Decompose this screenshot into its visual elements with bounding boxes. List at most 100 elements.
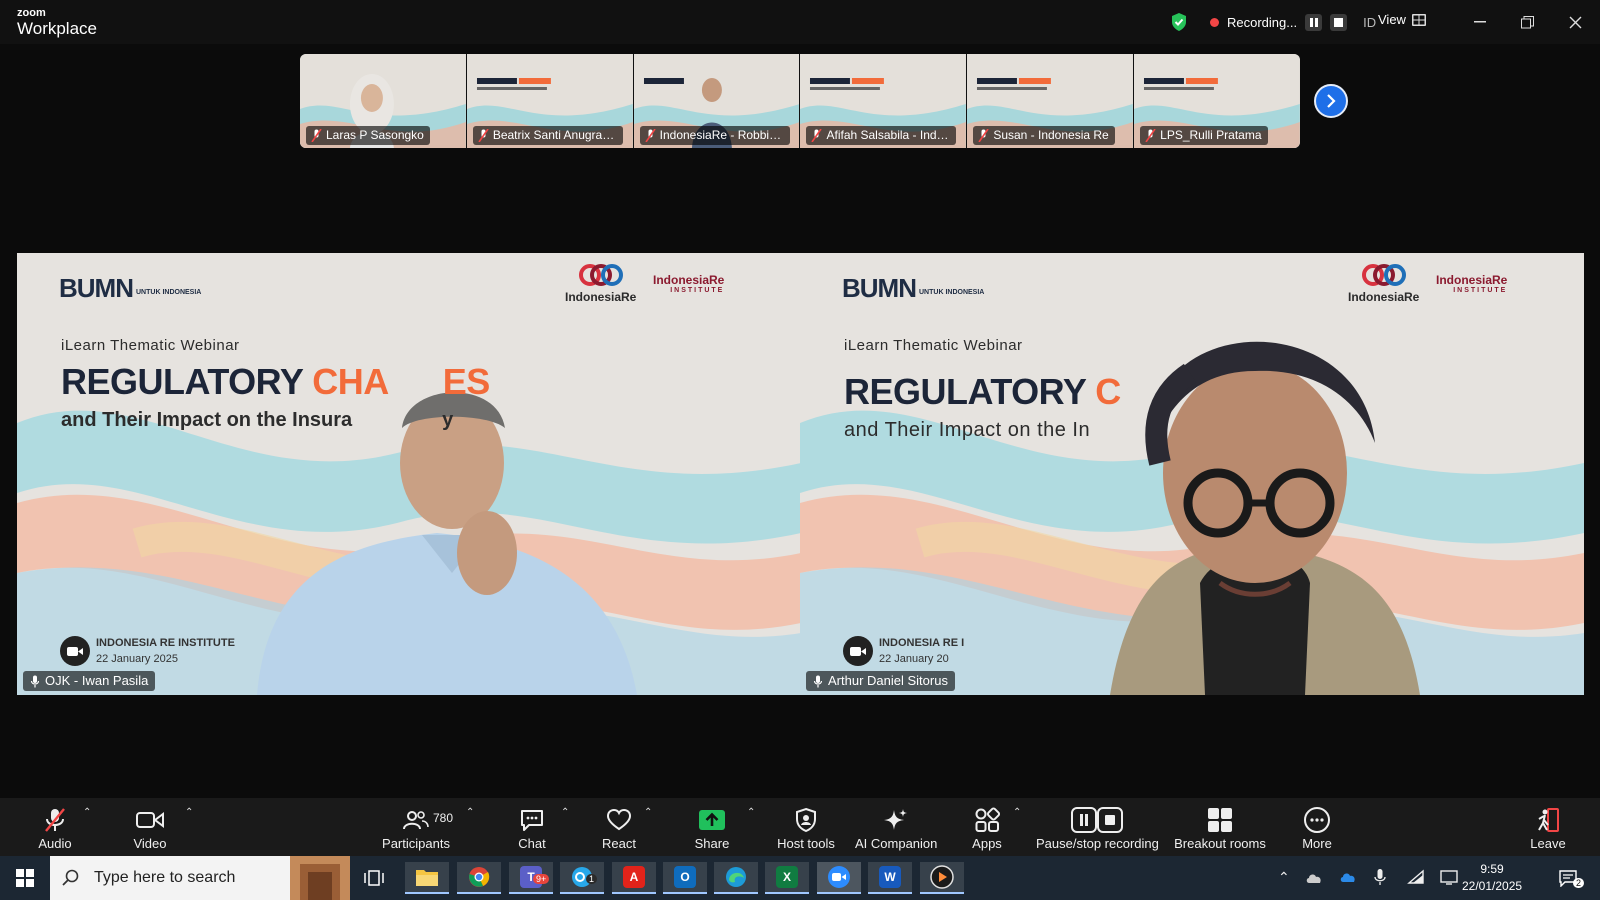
participant-name-label: Susan - Indonesia Re bbox=[973, 126, 1115, 145]
participant-name-label: Afifah Salsabila - Indo... bbox=[806, 126, 957, 145]
notification-center-button[interactable]: 2 bbox=[1546, 862, 1590, 894]
search-icon bbox=[62, 869, 79, 886]
speaker-name: OJK - Iwan Pasila bbox=[45, 673, 149, 688]
share-options-caret[interactable]: ⌃ bbox=[747, 807, 755, 818]
video-tile-left[interactable]: BUMN UNTUK INDONESIA IndonesiaRe Indonesi… bbox=[17, 253, 801, 695]
participant-thumbnail[interactable]: Laras P Sasongko bbox=[300, 54, 467, 148]
video-tile-right-active[interactable]: BUMN UNTUK INDONESIA IndonesiaRe Indonesi… bbox=[800, 253, 1584, 695]
ai-companion-button[interactable]: AI Companion bbox=[855, 806, 937, 851]
title-bar: zoom Workplace Recording... ID View bbox=[0, 0, 1600, 44]
apps-button[interactable]: Apps bbox=[964, 806, 1010, 851]
system-clock[interactable]: 9:59 22/01/2025 bbox=[1462, 861, 1522, 895]
participant-thumbnail[interactable]: IndonesiaRe - Robbi W... bbox=[633, 54, 801, 148]
pause-stop-label: Pause/stop recording bbox=[1036, 836, 1159, 851]
share-button[interactable]: Share bbox=[689, 806, 735, 851]
speaker-name-label: OJK - Iwan Pasila bbox=[23, 671, 156, 691]
display-tray-icon[interactable] bbox=[1440, 869, 1458, 885]
bumn-logo: BUMN UNTUK INDONESIA bbox=[842, 273, 985, 303]
recording-status: Recording... bbox=[1227, 14, 1298, 30]
participants-icon bbox=[403, 811, 429, 830]
indonesiare-logo: IndonesiaRe bbox=[1348, 263, 1419, 304]
language-indicator[interactable]: ID bbox=[1363, 15, 1376, 30]
edge-app[interactable] bbox=[714, 862, 758, 894]
brand-name: Workplace bbox=[17, 19, 97, 38]
zoom-app[interactable] bbox=[817, 862, 861, 894]
host-tools-button[interactable]: Host tools bbox=[773, 806, 839, 851]
outlook-new-app[interactable]: 1 bbox=[560, 862, 604, 894]
ai-companion-label: AI Companion bbox=[855, 836, 938, 851]
pause-recording-button[interactable] bbox=[1305, 13, 1323, 31]
speaker-name-label: Arthur Daniel Sitorus bbox=[806, 671, 955, 691]
taskbar-search-box[interactable]: Type here to search bbox=[50, 856, 350, 900]
webinar-slide-background bbox=[800, 253, 1584, 695]
indonesiare-logo: IndonesiaRe bbox=[565, 263, 636, 304]
mic-icon bbox=[30, 675, 40, 688]
participant-thumbnail[interactable]: Afifah Salsabila - Indo... bbox=[800, 54, 968, 148]
video-button[interactable]: Video bbox=[127, 806, 173, 851]
indonesiare-institute-logo: IndonesiaRe INSTITUTE bbox=[1436, 273, 1508, 294]
wifi-icon[interactable] bbox=[1407, 869, 1425, 885]
pause-stop-recording-button[interactable]: Pause/stop recording bbox=[1036, 806, 1159, 851]
more-button[interactable]: More bbox=[1294, 806, 1340, 851]
acrobat-icon: A bbox=[623, 866, 645, 888]
excel-app[interactable]: X bbox=[765, 862, 809, 894]
tray-overflow-icon[interactable]: ⌃ bbox=[1278, 869, 1290, 886]
file-explorer-app[interactable] bbox=[405, 862, 449, 894]
participant-thumbnail[interactable]: Beatrix Santi Anugrah_... bbox=[466, 54, 634, 148]
teams-app[interactable]: T 9+ bbox=[509, 862, 553, 894]
view-button[interactable]: View bbox=[1378, 12, 1426, 27]
stop-icon bbox=[1334, 17, 1344, 27]
minimize-button[interactable] bbox=[1457, 0, 1503, 44]
participants-label: Participants bbox=[382, 836, 450, 851]
leave-label: Leave bbox=[1530, 836, 1566, 851]
chevron-right-icon bbox=[1327, 94, 1336, 108]
chrome-app[interactable] bbox=[457, 862, 501, 894]
task-view-button[interactable] bbox=[352, 862, 396, 894]
muted-mic-icon bbox=[478, 129, 489, 142]
chat-button[interactable]: Chat bbox=[509, 806, 555, 851]
windows-logo-icon bbox=[16, 869, 34, 887]
muted-mic-icon bbox=[311, 129, 322, 142]
outlook-app[interactable]: O bbox=[663, 862, 707, 894]
media-player-icon bbox=[930, 865, 954, 889]
leave-button[interactable]: Leave bbox=[1525, 806, 1571, 851]
muted-mic-icon bbox=[644, 129, 656, 142]
restore-icon bbox=[1520, 15, 1534, 28]
pause-icon bbox=[1309, 17, 1313, 27]
start-button[interactable] bbox=[3, 862, 47, 894]
chat-options-caret[interactable]: ⌃ bbox=[561, 807, 569, 818]
ai-sparkle-icon bbox=[884, 809, 907, 830]
microphone-tray-icon[interactable] bbox=[1374, 868, 1386, 886]
indonesiare-institute-logo: IndonesiaRe INSTITUTE bbox=[653, 273, 725, 294]
breakout-label: Breakout rooms bbox=[1174, 836, 1266, 851]
media-player-app[interactable] bbox=[920, 862, 964, 894]
participant-name: LPS_Rulli Pratama bbox=[1160, 128, 1262, 142]
apps-grid-icon bbox=[975, 807, 1000, 832]
shield-check-icon[interactable] bbox=[1170, 12, 1188, 32]
breakout-rooms-button[interactable]: Breakout rooms bbox=[1174, 806, 1266, 851]
react-button[interactable]: React bbox=[596, 806, 642, 851]
stop-recording-button[interactable] bbox=[1330, 13, 1348, 31]
next-page-button[interactable] bbox=[1314, 84, 1348, 118]
participant-thumbnail[interactable]: LPS_Rulli Pratama bbox=[1134, 54, 1300, 148]
restore-button[interactable] bbox=[1504, 0, 1550, 44]
audio-button[interactable]: Audio bbox=[32, 806, 78, 851]
react-options-caret[interactable]: ⌃ bbox=[644, 807, 652, 818]
participant-thumbnail[interactable]: Susan - Indonesia Re bbox=[967, 54, 1135, 148]
word-icon: W bbox=[879, 866, 901, 888]
grid-view-icon bbox=[1411, 13, 1426, 26]
acrobat-app[interactable]: A bbox=[612, 862, 656, 894]
more-icon bbox=[1304, 807, 1330, 833]
chrome-icon bbox=[469, 867, 490, 887]
onedrive-icon[interactable] bbox=[1339, 870, 1357, 884]
participants-options-caret[interactable]: ⌃ bbox=[466, 807, 474, 818]
audio-options-caret[interactable]: ⌃ bbox=[83, 807, 91, 818]
react-label: React bbox=[602, 836, 636, 851]
word-app[interactable]: W bbox=[868, 862, 912, 894]
video-options-caret[interactable]: ⌃ bbox=[185, 807, 193, 818]
apps-options-caret[interactable]: ⌃ bbox=[1013, 807, 1021, 818]
muted-mic-icon bbox=[1145, 129, 1156, 142]
apps-label: Apps bbox=[972, 836, 1002, 851]
onedrive-personal-icon[interactable] bbox=[1305, 870, 1323, 886]
close-window-button[interactable] bbox=[1552, 0, 1598, 44]
